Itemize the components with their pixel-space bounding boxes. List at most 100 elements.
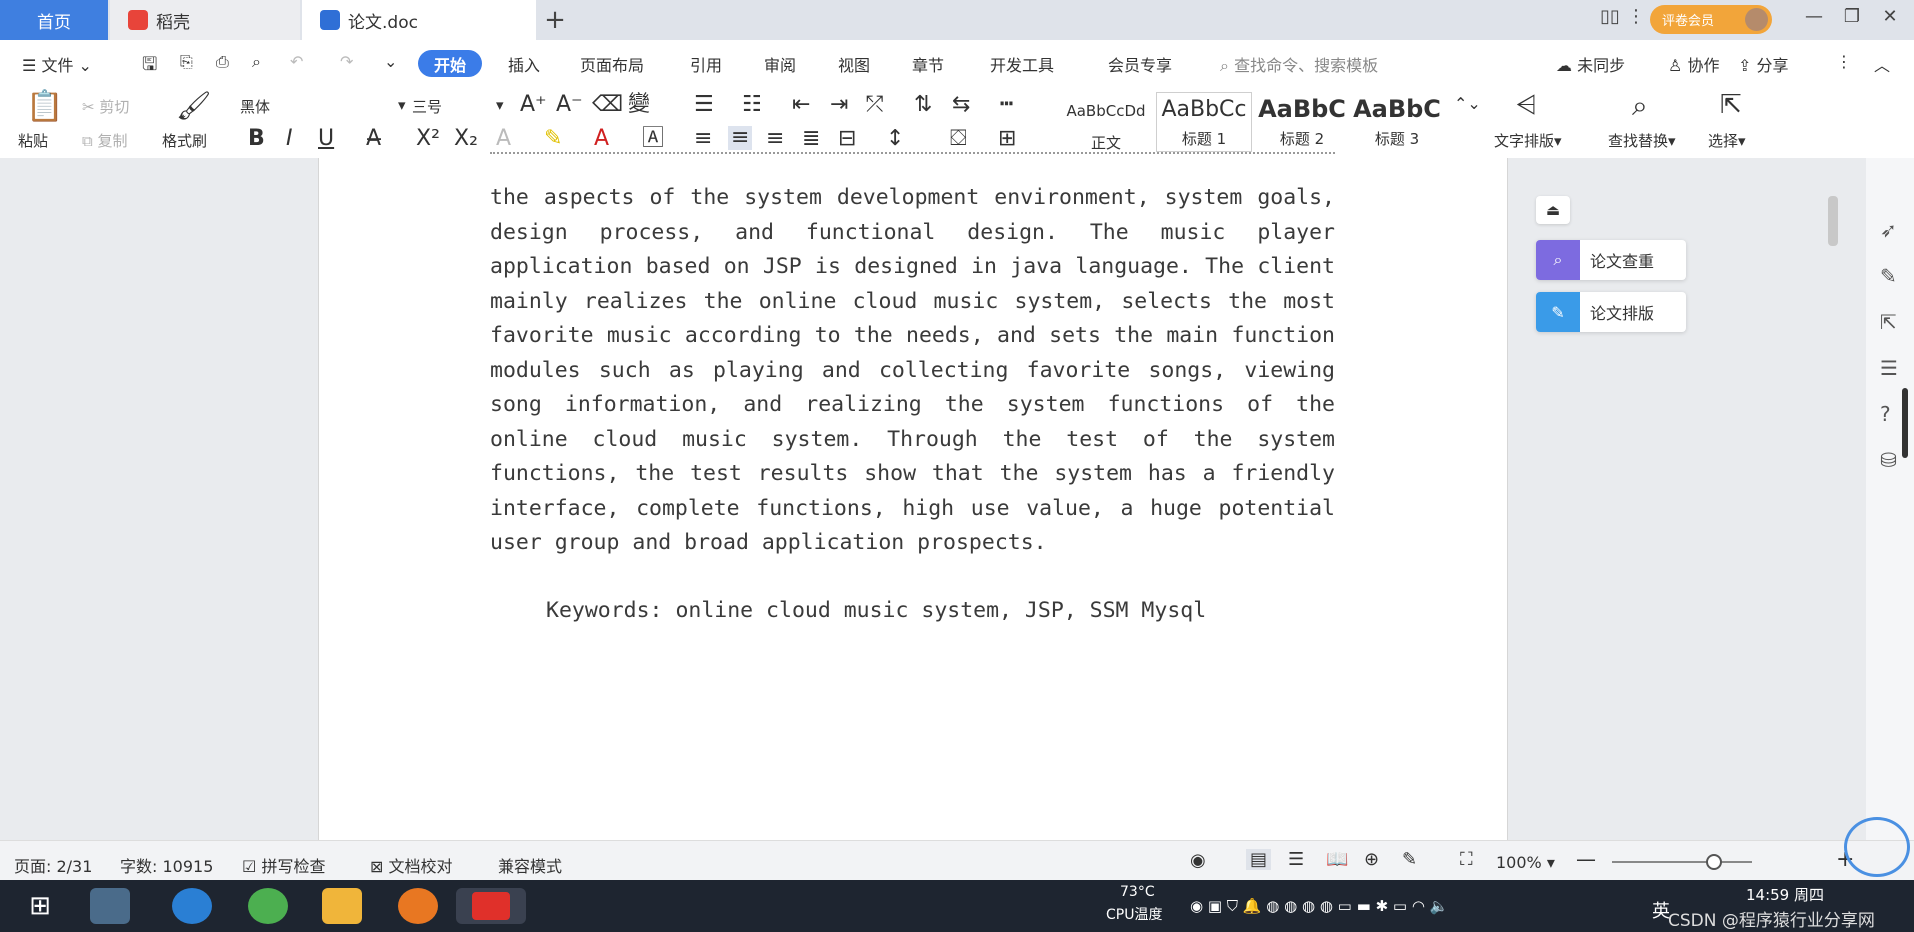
vertical-scrollbar[interactable] <box>1826 176 1840 826</box>
tab-view[interactable]: 视图 <box>838 52 870 76</box>
collapse-ribbon-icon[interactable]: ︿ <box>1874 52 1890 76</box>
export-icon[interactable]: ⎘ <box>180 52 193 72</box>
tab-chapter[interactable]: 章节 <box>912 52 944 76</box>
paste-button[interactable]: 粘贴 <box>18 130 48 151</box>
eye-protect-icon[interactable]: ◉ <box>1190 850 1206 871</box>
font-name-select[interactable]: 黑体 <box>240 96 270 117</box>
word-count[interactable]: 字数: 10915 <box>120 853 213 877</box>
grow-font-icon[interactable]: A⁺ <box>520 94 547 116</box>
tab-document[interactable]: 论文.doc <box>302 0 536 40</box>
pen-icon[interactable]: ✎ <box>1880 264 1897 288</box>
layout-icon[interactable]: ▯▯ <box>1596 6 1624 34</box>
chinese-layout-icon[interactable]: ⤱ <box>866 94 884 116</box>
sync-button[interactable]: ☁ 未同步 <box>1556 52 1625 76</box>
find-replace-button[interactable]: 查找替换▾ <box>1608 130 1676 151</box>
command-search[interactable]: ⌕ 查找命令、搜索模板 <box>1220 52 1378 76</box>
eject-icon[interactable]: ⏏ <box>1536 196 1570 224</box>
print-icon[interactable]: ⎙ <box>216 52 229 72</box>
thesis-format-button[interactable]: ✎ 论文排版 <box>1536 292 1686 332</box>
copy-button[interactable]: ⧉ 复制 <box>82 130 128 151</box>
tab-layout[interactable]: 页面布局 <box>580 52 644 76</box>
underline-icon[interactable]: U <box>318 128 334 150</box>
preview-icon[interactable]: ⌕ <box>252 52 261 72</box>
font-size-select[interactable]: 三号 <box>412 96 442 117</box>
backup-icon[interactable]: ⛁ <box>1880 448 1897 472</box>
tab-devtools[interactable]: 开发工具 <box>990 52 1054 76</box>
numbered-list-icon[interactable]: ☷ <box>742 94 762 116</box>
format-painter-icon[interactable]: 🖌 <box>176 92 212 120</box>
bold-icon[interactable]: B <box>248 128 265 150</box>
style-normal[interactable]: AaBbCcDd 正文 <box>1056 92 1156 152</box>
format-painter-button[interactable]: 格式刷 <box>162 130 207 151</box>
select-button[interactable]: 选择▾ <box>1708 130 1746 151</box>
undo-icon[interactable]: ↶ <box>290 52 303 71</box>
settings-sliders-icon[interactable]: ☰ <box>1880 356 1898 380</box>
subscript-icon[interactable]: X₂ <box>454 128 478 150</box>
tab-insert[interactable]: 插入 <box>508 52 540 76</box>
more-icon[interactable]: ⋮ <box>1836 52 1852 71</box>
wps-taskbar-button[interactable] <box>456 888 526 924</box>
style-heading-3[interactable]: AaBbC 标题 3 <box>1350 92 1444 152</box>
ruler-icon[interactable]: ┅ <box>1000 94 1013 116</box>
share-button[interactable]: ⇪ 分享 <box>1738 52 1789 76</box>
fit-page-icon[interactable]: ⛶ <box>1460 849 1473 870</box>
text-layout-button[interactable]: 文字排版▾ <box>1494 130 1562 151</box>
paste-icon[interactable]: 📋 <box>26 92 63 122</box>
italic-icon[interactable]: I <box>286 128 293 150</box>
zoom-level[interactable]: 100% ▾ <box>1496 853 1555 872</box>
minimize-icon[interactable]: — <box>1800 6 1828 34</box>
file-explorer-icon[interactable] <box>322 888 362 924</box>
font-name-dropdown-icon[interactable]: ▾ <box>398 96 406 114</box>
redo-icon[interactable]: ↷ <box>340 52 353 71</box>
pointer-icon[interactable]: ⇱ <box>1880 310 1897 334</box>
side-scroll-handle[interactable] <box>1902 388 1908 458</box>
browser-360-icon[interactable] <box>248 888 288 924</box>
new-tab-button[interactable]: + <box>540 0 570 40</box>
clear-format-icon[interactable]: ⌫ <box>592 94 623 116</box>
tab-review[interactable]: 审阅 <box>764 52 796 76</box>
more-vertical-icon[interactable]: ⋮ <box>1622 6 1650 34</box>
increase-indent-icon[interactable]: ⇥ <box>830 94 848 116</box>
zoom-out-icon[interactable]: — <box>1576 847 1596 871</box>
reading-view-icon[interactable]: 📖 <box>1326 849 1348 870</box>
strikethrough-icon[interactable]: A̶ <box>366 128 381 150</box>
help-icon[interactable]: ? <box>1880 402 1891 426</box>
tab-docer[interactable]: 稻壳 <box>110 0 300 40</box>
tab-home[interactable]: 首页 <box>0 0 108 40</box>
collab-button[interactable]: ♙ 协作 <box>1668 52 1719 76</box>
spell-check-button[interactable]: ☑ 拼写检查 <box>242 853 325 877</box>
tray-icons[interactable]: ◉ ▣ ⛉ 🔔 ◍ ◍ ◍ ◍ ▭ ▬ ✱ ▭ ◠ 🔈 <box>1190 897 1448 915</box>
windows-start-icon[interactable]: ⊞ <box>20 888 60 924</box>
show-marks-icon[interactable]: ⇆ <box>952 94 970 116</box>
style-scroll-icon[interactable]: ⌃⌄ <box>1454 96 1481 112</box>
document-page[interactable]: the aspects of the system development en… <box>318 152 1508 840</box>
bullet-list-icon[interactable]: ☰ <box>694 94 714 116</box>
rocket-icon[interactable]: ➶ <box>1880 218 1897 242</box>
style-heading-1[interactable]: AaBbCc 标题 1 <box>1156 92 1252 152</box>
more-quick-icon[interactable]: ⌄ <box>384 52 397 71</box>
web-view-icon[interactable]: ⊕ <box>1364 849 1379 870</box>
outline-view-icon[interactable]: ☰ <box>1288 849 1304 870</box>
text-layout-icon[interactable]: ⩤ <box>1516 92 1537 118</box>
write-mode-icon[interactable]: ✎ <box>1402 849 1417 870</box>
save-icon[interactable]: 🖫 <box>142 52 157 82</box>
file-menu[interactable]: ☰ 文件 ⌄ <box>22 52 92 76</box>
style-heading-2[interactable]: AaBbC 标题 2 <box>1254 92 1350 152</box>
close-icon[interactable]: ✕ <box>1876 6 1904 34</box>
scroll-thumb[interactable] <box>1828 196 1838 246</box>
zoom-slider-thumb[interactable] <box>1706 854 1722 870</box>
page-indicator[interactable]: 页面: 2/31 <box>14 853 92 877</box>
vip-member-button[interactable]: 评卷会员 <box>1650 5 1772 34</box>
ie-browser-icon[interactable] <box>172 888 212 924</box>
capture-widget[interactable] <box>1844 817 1910 877</box>
phonetic-icon[interactable]: 變 <box>628 94 650 116</box>
restore-icon[interactable]: ❐ <box>1838 6 1866 34</box>
tab-start[interactable]: 开始 <box>418 50 482 77</box>
thesis-check-button[interactable]: ⌕ 论文查重 <box>1536 240 1686 280</box>
select-cursor-icon[interactable]: ⇱ <box>1720 92 1742 118</box>
tab-member[interactable]: 会员专享 <box>1108 52 1172 76</box>
tab-reference[interactable]: 引用 <box>690 52 722 76</box>
zoom-slider[interactable] <box>1612 854 1752 870</box>
proofread-button[interactable]: ⊠ 文档校对 <box>370 853 453 877</box>
shrink-font-icon[interactable]: A⁻ <box>556 94 583 116</box>
